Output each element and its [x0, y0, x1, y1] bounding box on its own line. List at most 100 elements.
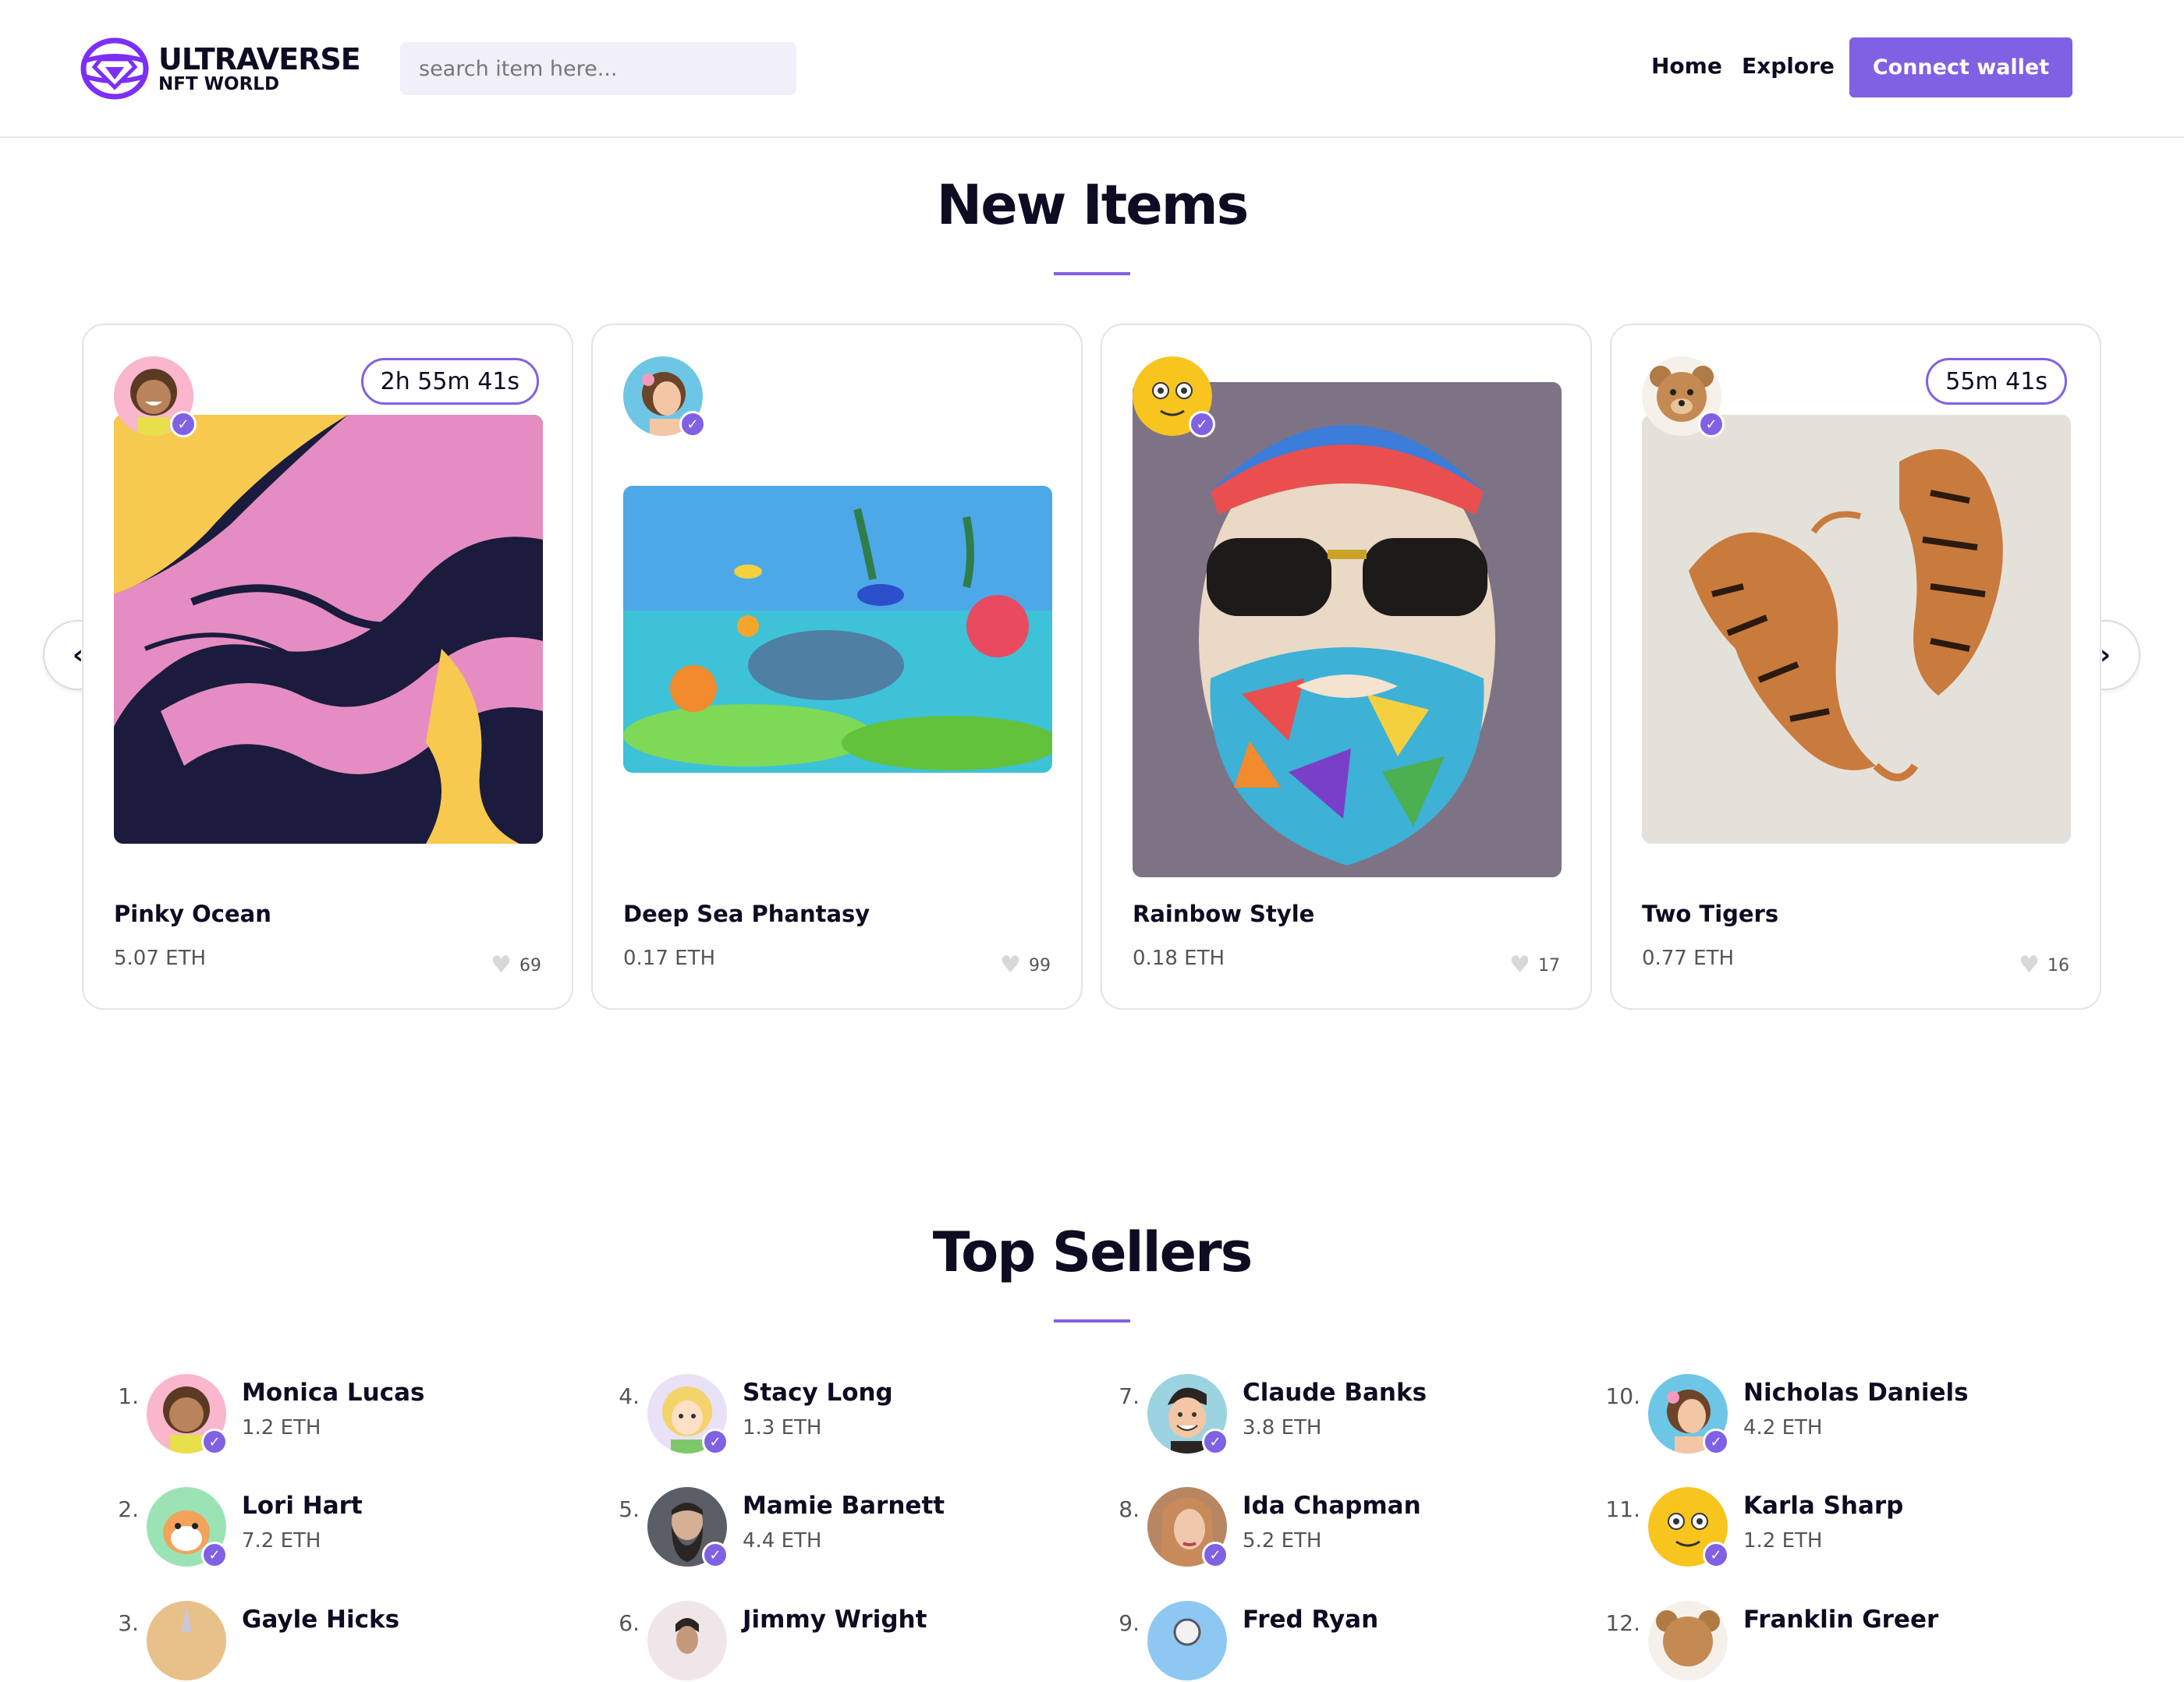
seller-avatar[interactable] [1648, 1601, 1728, 1680]
seller-rank: 4. [619, 1383, 640, 1409]
seller-rank: 10. [1605, 1383, 1640, 1409]
seller-name[interactable]: Gayle Hicks [242, 1606, 399, 1634]
seller-item[interactable]: 4. ✓ Stacy Long 1.3 ETH [610, 1374, 1000, 1455]
like-counter[interactable]: ♥ 99 [1000, 954, 1051, 977]
nav-home-link[interactable]: Home [1651, 53, 1722, 79]
heart-icon[interactable]: ♥ [1509, 954, 1530, 977]
nft-price: 0.17 ETH [623, 947, 716, 970]
seller-item[interactable]: 7. ✓ Claude Banks 3.8 ETH [1110, 1374, 1500, 1455]
nft-card[interactable]: ✓ 55m 41s Two Tigers 0.77 ETH ♥ 16 [1610, 324, 2101, 1010]
like-counter[interactable]: ♥ 17 [1509, 954, 1560, 977]
marble-art-icon [114, 415, 543, 844]
seller-rank: 11. [1605, 1496, 1640, 1522]
seller-rank: 2. [118, 1496, 139, 1522]
seller-rank: 12. [1605, 1610, 1640, 1636]
seller-eth: 3.8 ETH [1243, 1416, 1322, 1439]
seller-name[interactable]: Mamie Barnett [743, 1492, 945, 1520]
new-items-underline [1054, 272, 1130, 275]
seller-name[interactable]: Claude Banks [1243, 1379, 1427, 1407]
seller-item[interactable]: 2. ✓ Lori Hart 7.2 ETH [109, 1487, 499, 1568]
nft-price: 0.18 ETH [1133, 947, 1225, 970]
new-items-title: New Items [936, 173, 1250, 237]
verified-check-icon: ✓ [1698, 411, 1725, 437]
nft-image-pinky-ocean[interactable] [114, 415, 543, 844]
seller-item[interactable]: 12. Franklin Greer [1605, 1601, 2079, 1682]
like-count: 16 [2048, 955, 2069, 976]
heart-icon[interactable]: ♥ [2019, 954, 2040, 977]
like-counter[interactable]: ♥ 16 [2019, 954, 2069, 977]
connect-wallet-button[interactable]: Connect wallet [1849, 37, 2072, 97]
nft-name[interactable]: Pinky Ocean [114, 901, 271, 927]
seller-item[interactable]: 10. ✓ Nicholas Daniels 4.2 ETH [1605, 1374, 2079, 1455]
seller-name[interactable]: Monica Lucas [242, 1379, 425, 1407]
verified-check-icon: ✓ [1703, 1542, 1729, 1568]
seller-eth: 1.2 ETH [242, 1416, 321, 1439]
brand-subtitle: NFT WORLD [158, 73, 280, 94]
man-avatar-icon [647, 1601, 727, 1680]
seller-rank: 7. [1119, 1383, 1140, 1409]
seller-name[interactable]: Karla Sharp [1743, 1492, 1903, 1520]
nft-name[interactable]: Two Tigers [1642, 901, 1778, 927]
astronaut-avatar-icon [1147, 1601, 1227, 1680]
nft-price: 0.77 ETH [1642, 947, 1735, 970]
nft-card[interactable]: ✓ Rainbow Style 0.18 ETH ♥ 17 [1101, 324, 1592, 1010]
seller-rank: 1. [118, 1383, 139, 1409]
nft-name[interactable]: Rainbow Style [1133, 901, 1314, 927]
nft-card[interactable]: ✓ 2h 55m 41s Pinky Ocean 5.07 ETH ♥ 69 [82, 324, 573, 1010]
nft-image-deep-sea-phantasy[interactable] [623, 486, 1052, 773]
site-header: ULTRAVERSE NFT WORLD Home Explore Connec… [0, 0, 2184, 138]
seller-name[interactable]: Jimmy Wright [743, 1606, 927, 1634]
brand-logo[interactable]: ULTRAVERSE NFT WORLD [80, 37, 361, 100]
verified-check-icon: ✓ [201, 1542, 228, 1568]
brand-title: ULTRAVERSE [158, 41, 361, 76]
heart-icon[interactable]: ♥ [491, 954, 512, 977]
like-count: 69 [519, 955, 541, 976]
top-sellers-underline [1054, 1319, 1130, 1323]
countdown-timer: 2h 55m 41s [360, 358, 539, 405]
seller-eth: 7.2 ETH [242, 1529, 321, 1553]
seller-rank: 6. [619, 1610, 640, 1636]
seller-eth: 5.2 ETH [1243, 1529, 1322, 1553]
seller-item[interactable]: 3. Gayle Hicks [109, 1601, 499, 1682]
seller-eth: 1.3 ETH [743, 1416, 822, 1439]
seller-item[interactable]: 5. ✓ Mamie Barnett 4.4 ETH [610, 1487, 1000, 1568]
nft-name[interactable]: Deep Sea Phantasy [623, 901, 870, 927]
search-input[interactable] [400, 42, 796, 95]
like-counter[interactable]: ♥ 69 [491, 954, 541, 977]
seller-avatar[interactable] [1147, 1601, 1227, 1680]
verified-check-icon: ✓ [170, 411, 197, 437]
seller-name[interactable]: Nicholas Daniels [1743, 1379, 1969, 1407]
verified-check-icon: ✓ [1703, 1429, 1729, 1455]
tigers-art-icon [1642, 415, 2071, 844]
seller-name[interactable]: Fred Ryan [1243, 1606, 1378, 1634]
verified-check-icon: ✓ [1189, 411, 1215, 437]
seller-rank: 3. [118, 1610, 139, 1636]
seller-name[interactable]: Franklin Greer [1743, 1606, 1938, 1634]
seller-item[interactable]: 1. ✓ Monica Lucas 1.2 ETH [109, 1374, 499, 1455]
underwater-art-icon [623, 486, 1052, 773]
nft-image-two-tigers[interactable] [1642, 415, 2071, 844]
seller-name[interactable]: Ida Chapman [1243, 1492, 1421, 1520]
seller-avatar[interactable] [147, 1601, 226, 1680]
heart-icon[interactable]: ♥ [1000, 954, 1021, 977]
seller-name[interactable]: Stacy Long [743, 1379, 893, 1407]
nft-image-rainbow-style[interactable] [1133, 382, 1562, 877]
seller-item[interactable]: 6. Jimmy Wright [610, 1601, 1000, 1682]
seller-item[interactable]: 9. Fred Ryan [1110, 1601, 1500, 1682]
top-sellers-title: Top Sellers [932, 1220, 1253, 1284]
verified-check-icon: ✓ [702, 1429, 729, 1455]
nav-explore-link[interactable]: Explore [1742, 53, 1835, 79]
seller-eth: 1.2 ETH [1743, 1529, 1823, 1553]
seller-item[interactable]: 11. ✓ Karla Sharp 1.2 ETH [1605, 1487, 2079, 1568]
seller-avatar[interactable] [647, 1601, 727, 1680]
seller-name[interactable]: Lori Hart [242, 1492, 363, 1520]
like-count: 99 [1029, 955, 1051, 976]
seller-rank: 9. [1119, 1610, 1140, 1636]
seller-item[interactable]: 8. ✓ Ida Chapman 5.2 ETH [1110, 1487, 1500, 1568]
teddy-bear-avatar-icon [1648, 1601, 1728, 1680]
nft-price: 5.07 ETH [114, 947, 207, 970]
like-count: 17 [1538, 955, 1560, 976]
seller-eth: 4.4 ETH [743, 1529, 822, 1553]
verified-check-icon: ✓ [702, 1542, 729, 1568]
nft-card[interactable]: ✓ Deep Sea Phantasy 0.17 ETH ♥ 99 [591, 324, 1083, 1010]
